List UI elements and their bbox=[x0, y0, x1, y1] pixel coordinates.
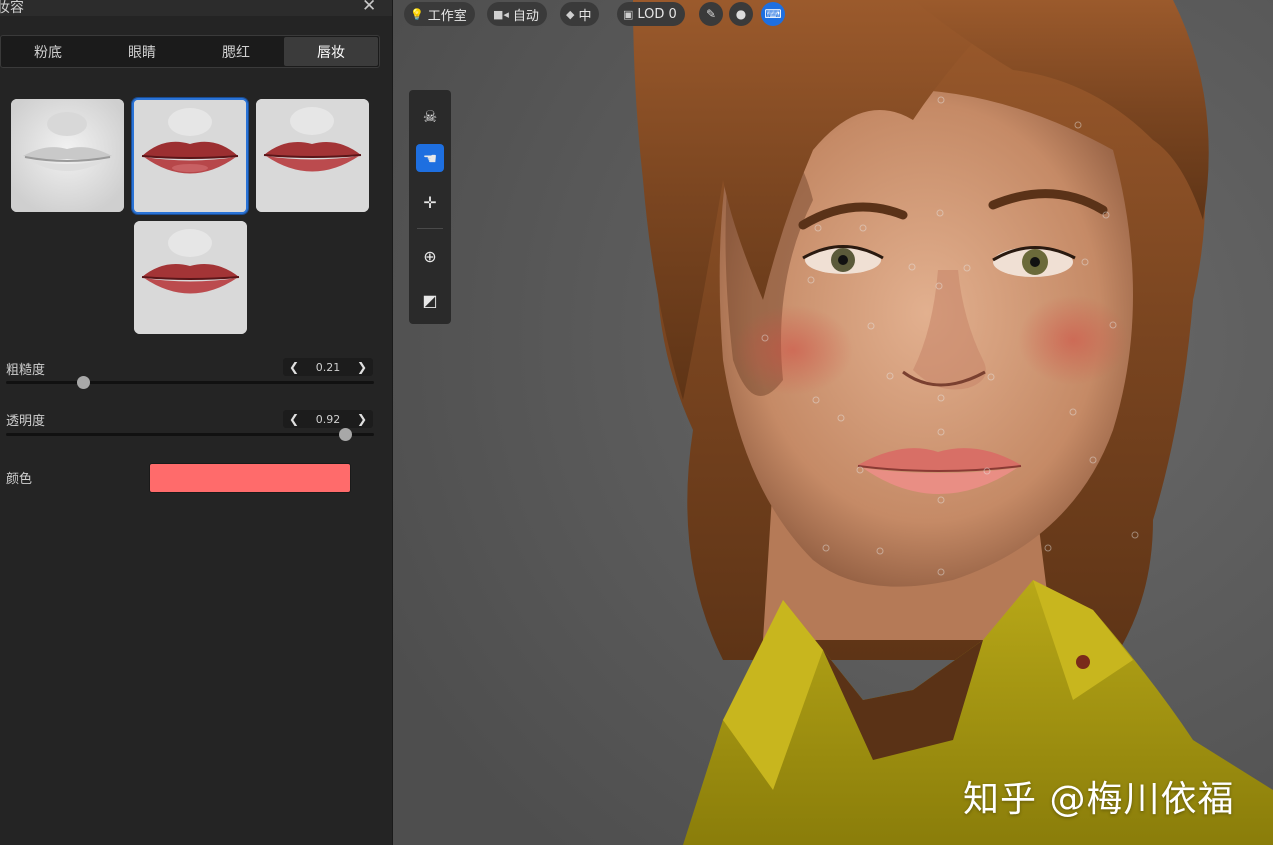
tab-foundation[interactable]: 粉底 bbox=[1, 36, 95, 67]
preset-red-lips-1[interactable] bbox=[132, 98, 248, 214]
chevron-left-icon[interactable]: ❮ bbox=[283, 360, 305, 374]
color-label: 颜色 bbox=[6, 472, 33, 487]
opacity-label: 透明度 bbox=[6, 414, 46, 429]
tab-blush[interactable]: 腮红 bbox=[189, 36, 283, 67]
preset-red-lips-2[interactable] bbox=[256, 99, 369, 212]
chevron-left-icon[interactable]: ❮ bbox=[283, 412, 305, 426]
preset-red-lips-3[interactable] bbox=[134, 221, 247, 334]
roughness-slider[interactable] bbox=[6, 376, 374, 389]
camera-auto-button[interactable]: ■◂ 自动 bbox=[487, 2, 547, 26]
lips-red-icon bbox=[134, 221, 247, 334]
panel-header: 妆容 ✕ bbox=[0, 0, 392, 16]
keyboard-icon[interactable]: ⌨ bbox=[761, 2, 785, 26]
lod-button[interactable]: ▣ LOD 0 bbox=[617, 2, 685, 26]
skull-icon[interactable]: ☠ bbox=[416, 102, 444, 130]
tab-eyes[interactable]: 眼睛 bbox=[95, 36, 189, 67]
tab-lips[interactable]: 唇妆 bbox=[284, 37, 378, 66]
lip-color-swatch[interactable] bbox=[149, 463, 351, 493]
3d-viewport[interactable]: 💡 工作室 ■◂ 自动 ◆ 中 ▣ LOD 0 ✎ ● ⌨ ☠ ☚ ✛ ⊕ ◩ … bbox=[393, 0, 1273, 845]
toolbar-divider bbox=[417, 228, 443, 229]
bulb-icon: 💡 bbox=[410, 7, 424, 21]
move-icon[interactable]: ✛ bbox=[416, 188, 444, 216]
opacity-value[interactable]: 0.92 bbox=[316, 413, 341, 426]
studio-label: 工作室 bbox=[427, 8, 467, 24]
select-hand-icon[interactable]: ☚ bbox=[416, 144, 444, 172]
watermark: 知乎 @梅川依福 bbox=[963, 779, 1235, 820]
lips-red-icon bbox=[134, 100, 246, 212]
quality-label: 中 bbox=[578, 8, 592, 24]
opacity-stepper: ❮ 0.92 ❯ bbox=[283, 410, 373, 428]
lighting-studio-button[interactable]: 💡 工作室 bbox=[404, 2, 475, 26]
character-render bbox=[393, 0, 1273, 845]
makeup-panel: 妆容 ✕ 粉底 眼睛 腮红 唇妆 粗糙度 ❮ 0.21 ❯ 透明度 ❮ 0.92… bbox=[0, 0, 393, 845]
tool-palette: ☠ ☚ ✛ ⊕ ◩ bbox=[409, 90, 451, 324]
roughness-value[interactable]: 0.21 bbox=[316, 361, 341, 374]
camera-icon: ■◂ bbox=[493, 7, 509, 21]
close-icon[interactable]: ✕ bbox=[362, 0, 376, 16]
camera-label: 自动 bbox=[512, 8, 539, 24]
chevron-right-icon[interactable]: ❯ bbox=[351, 412, 373, 426]
preset-none[interactable] bbox=[11, 99, 124, 212]
lips-red-icon bbox=[256, 99, 369, 212]
chevron-right-icon[interactable]: ❯ bbox=[351, 360, 373, 374]
layers-icon[interactable]: ◩ bbox=[416, 286, 444, 314]
diamond-icon: ◆ bbox=[566, 7, 575, 21]
opacity-slider[interactable] bbox=[6, 428, 374, 441]
panel-title: 妆容 bbox=[0, 0, 24, 16]
makeup-tabs: 粉底 眼睛 腮红 唇妆 bbox=[0, 35, 380, 68]
lips-plain-icon bbox=[11, 99, 124, 212]
roughness-label: 粗糙度 bbox=[6, 363, 46, 378]
brush-icon[interactable]: ✎ bbox=[699, 2, 723, 26]
quality-button[interactable]: ◆ 中 bbox=[560, 2, 600, 26]
opacity-slider-knob[interactable] bbox=[338, 428, 352, 441]
roughness-stepper: ❮ 0.21 ❯ bbox=[283, 358, 373, 376]
lod-label: LOD 0 bbox=[637, 6, 677, 22]
roughness-slider-knob[interactable] bbox=[77, 376, 91, 389]
cube-icon: ▣ bbox=[623, 7, 634, 21]
pivot-icon[interactable]: ⊕ bbox=[416, 242, 444, 270]
head-icon[interactable]: ● bbox=[729, 2, 753, 26]
